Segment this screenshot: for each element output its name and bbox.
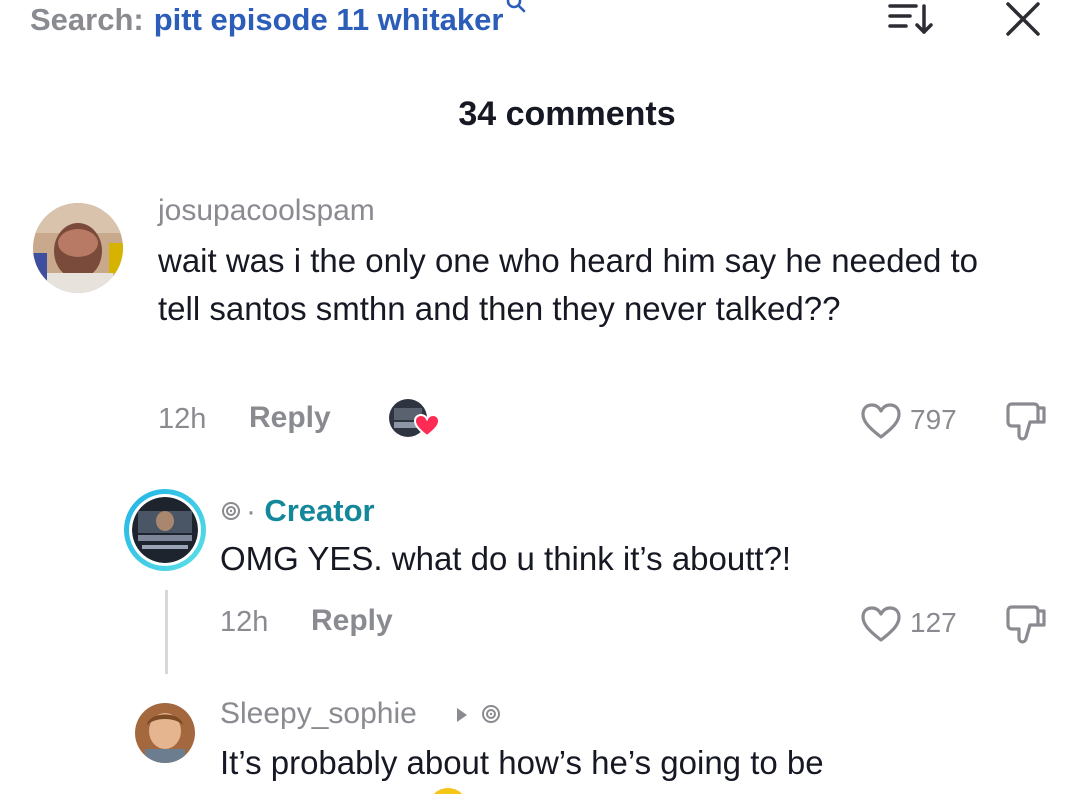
comment-username[interactable]: Sleepy_sophie — [220, 697, 417, 731]
creator-label: Creator — [264, 493, 375, 528]
comment-username[interactable]: josupacoolspam — [158, 194, 375, 228]
comment-text: wait was i the only one who heard him sa… — [158, 242, 979, 327]
dislike-icon[interactable] — [1004, 400, 1048, 444]
creator-avatar[interactable] — [124, 489, 206, 571]
search-bar[interactable]: Search: pitt episode 11 whitaker — [30, 0, 527, 40]
search-label: Search: — [30, 2, 144, 37]
reply-button[interactable]: Reply — [311, 604, 393, 638]
like-heart-icon[interactable] — [860, 605, 902, 643]
comment-time: 12h — [158, 403, 207, 435]
close-icon[interactable] — [1000, 0, 1046, 38]
reply-arrow-icon — [457, 708, 467, 722]
comment-text: It’s probably about how’s he’s going to … — [220, 744, 824, 781]
like-count: 127 — [910, 607, 957, 638]
like-count: 797 — [910, 404, 957, 435]
comments-panel: Search: pitt episode 11 whitaker 34 comm… — [0, 0, 1080, 794]
avatar[interactable] — [33, 203, 123, 293]
comment-time: 12h — [220, 606, 269, 638]
reply-button[interactable]: Reply — [249, 401, 331, 435]
sort-icon[interactable] — [886, 0, 934, 38]
heart-badge-icon — [414, 414, 440, 438]
comments-count-title: 34 comments — [458, 95, 676, 133]
search-icon[interactable] — [505, 0, 527, 20]
thread-line — [165, 590, 168, 674]
comment-text: OMG YES. what do u think it’s aboutt?! — [220, 540, 792, 577]
emoji-peek — [428, 788, 468, 794]
search-query-link[interactable]: pitt episode 11 whitaker — [154, 2, 504, 38]
dislike-icon[interactable] — [1004, 603, 1048, 647]
creator-badge[interactable]: · Creator — [246, 493, 375, 529]
avatar[interactable] — [135, 703, 195, 763]
spiral-icon — [222, 502, 240, 520]
like-heart-icon[interactable] — [860, 402, 902, 440]
spiral-icon — [482, 705, 500, 723]
